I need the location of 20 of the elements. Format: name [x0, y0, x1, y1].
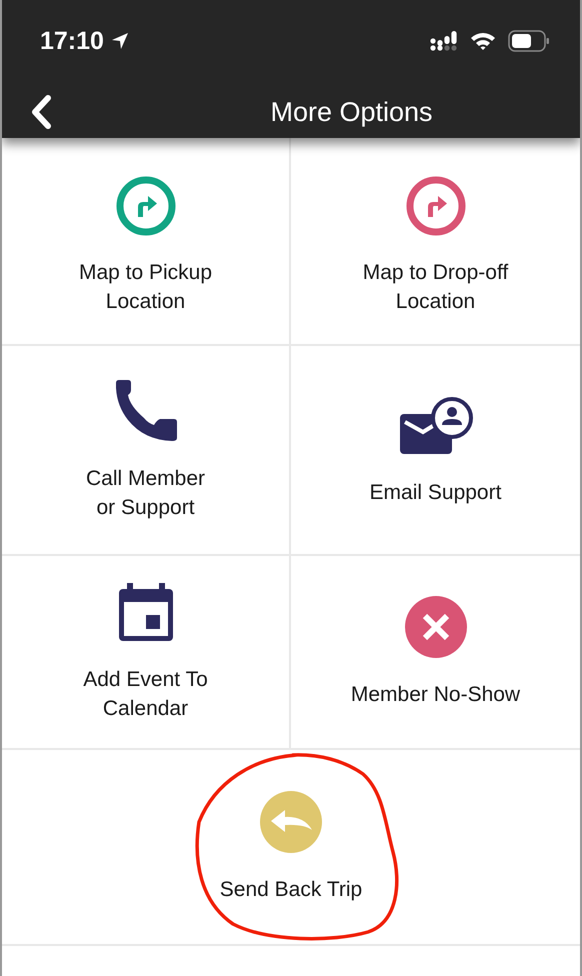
battery-icon — [508, 30, 550, 52]
option-label: Member No-Show — [350, 682, 520, 708]
option-tile[interactable]: Map to Drop-off Location — [291, 138, 580, 346]
status-time: 17:10 — [40, 26, 104, 56]
option-tile[interactable]: Call Member or Support — [2, 346, 291, 556]
option-label: Add Event To Calendar — [82, 667, 209, 722]
wifi-icon — [470, 31, 496, 51]
back-chevron-icon[interactable] — [29, 94, 53, 130]
option-label: Send Back Trip — [220, 876, 362, 902]
option-tile[interactable]: Add Event To Calendar — [2, 556, 291, 750]
option-label: Call Member or Support — [84, 466, 206, 521]
location-arrow-icon — [110, 31, 130, 51]
option-label: Map to Drop-off Location — [362, 260, 510, 315]
option-label: Email Support — [370, 480, 502, 506]
screen-title: More Options — [269, 96, 434, 128]
option-tile[interactable]: Send Back Trip — [2, 750, 580, 944]
option-tile[interactable]: Member No-Show — [291, 556, 580, 750]
option-tile[interactable]: Map to Pickup Location — [2, 138, 291, 346]
option-label: Map to Pickup Location — [78, 260, 214, 315]
option-tile[interactable]: Email Support — [291, 346, 580, 556]
